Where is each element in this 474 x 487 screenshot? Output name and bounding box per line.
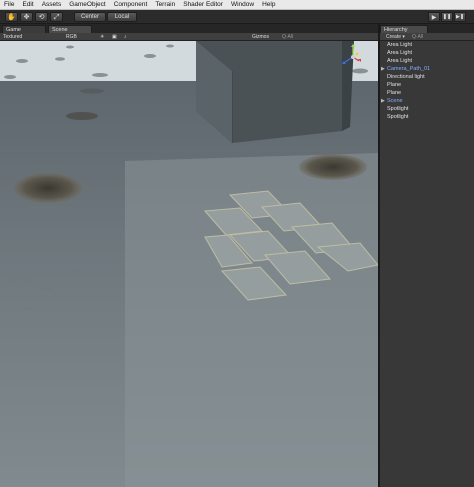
hierarchy-tab-bar: Hierarchy	[380, 24, 474, 33]
hierarchy-item-label: Camera_Path_01	[387, 66, 431, 72]
hierarchy-item-label: Spotlight	[387, 106, 409, 112]
menu-edit[interactable]: Edit	[18, 1, 37, 8]
scene-render	[0, 41, 378, 487]
play-icon: ▶	[431, 13, 437, 21]
hierarchy-search-field[interactable]: Q·All	[412, 34, 423, 40]
draw-mode-dropdown[interactable]: Textured	[3, 34, 22, 40]
scene-fx-toggle[interactable]: ▣	[112, 34, 117, 40]
step-button[interactable]: ▶❚	[454, 12, 466, 22]
hierarchy-item[interactable]: ▶ Scene	[381, 97, 403, 105]
tab-hierarchy[interactable]: Hierarchy	[380, 25, 428, 33]
move-tool-button[interactable]: ✥	[20, 12, 33, 22]
hierarchy-item-label: Scene	[387, 98, 403, 104]
menu-assets[interactable]: Assets	[38, 1, 66, 8]
scale-tool-button[interactable]: ⤢	[50, 12, 63, 22]
hierarchy-item-label: Area Light	[387, 58, 413, 64]
hierarchy-list: Area Light Area Light Area Light ▶ Camer…	[380, 41, 474, 487]
menu-gameobject[interactable]: GameObject	[65, 1, 110, 8]
hierarchy-item-label: Plane	[387, 90, 402, 96]
step-icon: ▶❚	[455, 14, 465, 20]
hierarchy-item-label: Plane	[387, 82, 402, 88]
pivot-toggle[interactable]: Center	[74, 12, 106, 22]
menu-bar: File Edit Assets GameObject Component Te…	[0, 0, 474, 10]
hierarchy-item[interactable]: Area Light	[387, 57, 412, 65]
hierarchy-item[interactable]: ▶ Camera_Path_01	[381, 65, 431, 73]
play-button[interactable]: ▶	[428, 12, 440, 22]
hierarchy-item-label: Directional light	[387, 74, 425, 80]
pause-button[interactable]: ❚❚	[441, 12, 453, 22]
audio-toggle[interactable]: ♪	[124, 34, 127, 40]
scene-search-field[interactable]: Q·All	[282, 34, 293, 40]
hierarchy-item-label: Area Light	[387, 50, 413, 56]
scene-tab-label: Scene	[52, 26, 68, 33]
hand-icon: ✋	[7, 12, 16, 21]
puddle-left	[14, 173, 82, 203]
render-mode-dropdown[interactable]: RGB	[66, 34, 77, 40]
hierarchy-control-bar: Create ▾ Q·All	[380, 33, 474, 41]
create-dropdown[interactable]: Create ▾	[386, 34, 405, 40]
main-toolbar: ✋ ✥ ⟲ ⤢ Center Local ▶ ❚❚ ▶❚	[0, 10, 474, 24]
menu-window[interactable]: Window	[227, 1, 258, 8]
puddle-far	[66, 112, 98, 120]
expand-arrow-icon[interactable]: ▶	[381, 98, 385, 104]
hierarchy-item[interactable]: Area Light	[387, 41, 412, 49]
expand-arrow-icon[interactable]: ▶	[381, 66, 385, 72]
tab-scene[interactable]: Scene	[48, 25, 92, 33]
hierarchy-item[interactable]: Directional light	[387, 73, 425, 81]
menu-shader-editor[interactable]: Shader Editor	[179, 1, 227, 8]
game-tab-label: Game	[6, 26, 21, 33]
menu-component[interactable]: Component	[110, 1, 152, 8]
hierarchy-item[interactable]: Plane	[387, 89, 401, 97]
hierarchy-item-label: Area Light	[387, 42, 413, 48]
move-icon: ✥	[23, 12, 30, 21]
tab-game[interactable]: Game	[2, 25, 46, 33]
pivot-label: Center	[80, 14, 99, 20]
menu-file[interactable]: File	[0, 1, 18, 8]
hierarchy-tab-label: Hierarchy	[384, 26, 408, 33]
space-toggle[interactable]: Local	[107, 12, 137, 22]
hierarchy-item[interactable]: Spotlight	[387, 105, 408, 113]
puddle-right	[299, 154, 367, 180]
rotate-tool-button[interactable]: ⟲	[35, 12, 48, 22]
lighting-toggle[interactable]: ☀	[100, 34, 104, 40]
scene-viewport[interactable]	[0, 41, 378, 487]
scene-control-bar: Textured RGB ☀ ▣ ♪ Gizmos Q·All	[0, 33, 378, 41]
pause-icon: ❚❚	[442, 14, 452, 20]
menu-terrain[interactable]: Terrain	[151, 1, 179, 8]
hierarchy-item[interactable]: Spotlight	[387, 113, 408, 121]
view-tab-bar: Game Scene	[0, 24, 378, 33]
hierarchy-item[interactable]: Area Light	[387, 49, 412, 57]
hand-tool-button[interactable]: ✋	[5, 12, 18, 22]
hierarchy-item-label: Spotlight	[387, 114, 409, 120]
hierarchy-item[interactable]: Plane	[387, 81, 401, 89]
space-label: Local	[114, 14, 130, 20]
gizmos-dropdown[interactable]: Gizmos	[252, 34, 269, 40]
rotate-icon: ⟲	[38, 12, 45, 21]
scale-icon: ⤢	[53, 12, 60, 21]
menu-help[interactable]: Help	[258, 1, 279, 8]
